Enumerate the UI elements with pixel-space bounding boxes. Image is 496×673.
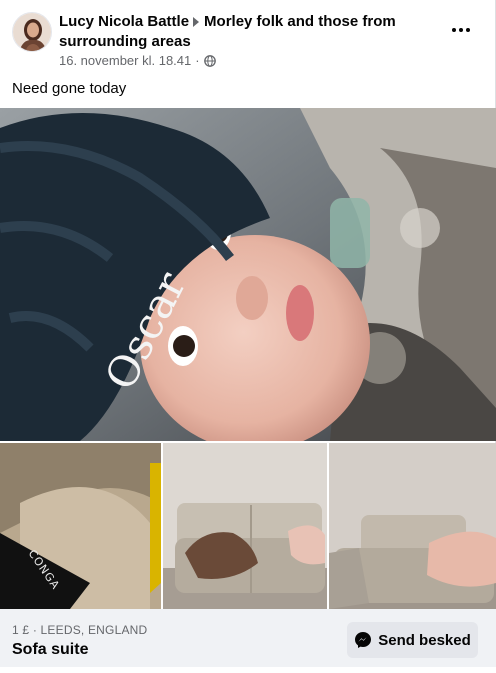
globe-icon [203, 55, 216, 67]
listing-title[interactable]: Sofa suite [12, 640, 88, 660]
post-photo-2[interactable]: CONGA [0, 443, 161, 609]
send-message-button[interactable]: Send besked [347, 622, 478, 658]
more-dot [459, 28, 463, 32]
author-avatar[interactable] [12, 12, 52, 52]
author-name[interactable]: Lucy Nicola Battle [59, 13, 189, 30]
more-dot [466, 28, 470, 32]
author-line: Lucy Nicola Battle Morley folk and those … [59, 12, 419, 52]
meta-separator: · [195, 53, 200, 68]
post-photo-4[interactable] [329, 443, 496, 609]
post-meta: 16. november kl. 18.41 · [59, 53, 216, 69]
post-header: Lucy Nicola Battle Morley folk and those … [0, 0, 496, 100]
post-photo-3[interactable] [163, 443, 327, 609]
post-timestamp[interactable]: 16. november kl. 18.41 [59, 53, 191, 69]
listing-footer: 1 £ · LEEDS, ENGLAND Sofa suite Send bes… [0, 609, 496, 667]
group-arrow-icon [193, 16, 200, 27]
baby-photo: Oscar [0, 108, 496, 441]
send-button-label: Send besked [378, 631, 471, 649]
post-card: Lucy Nicola Battle Morley folk and those … [0, 0, 496, 673]
listing-price-location: 1 £ · LEEDS, ENGLAND [12, 623, 148, 637]
more-dot [452, 28, 456, 32]
card-bottom-edge [0, 667, 496, 673]
post-photo-main[interactable]: Oscar [0, 108, 496, 441]
sofa-photo [163, 443, 327, 609]
more-options-icon[interactable] [444, 15, 478, 45]
post-text: Need gone today [12, 80, 127, 97]
messenger-icon [355, 632, 372, 648]
sofa-cushion-photo [329, 443, 496, 609]
sofa-closeup-photo: CONGA [0, 443, 161, 609]
